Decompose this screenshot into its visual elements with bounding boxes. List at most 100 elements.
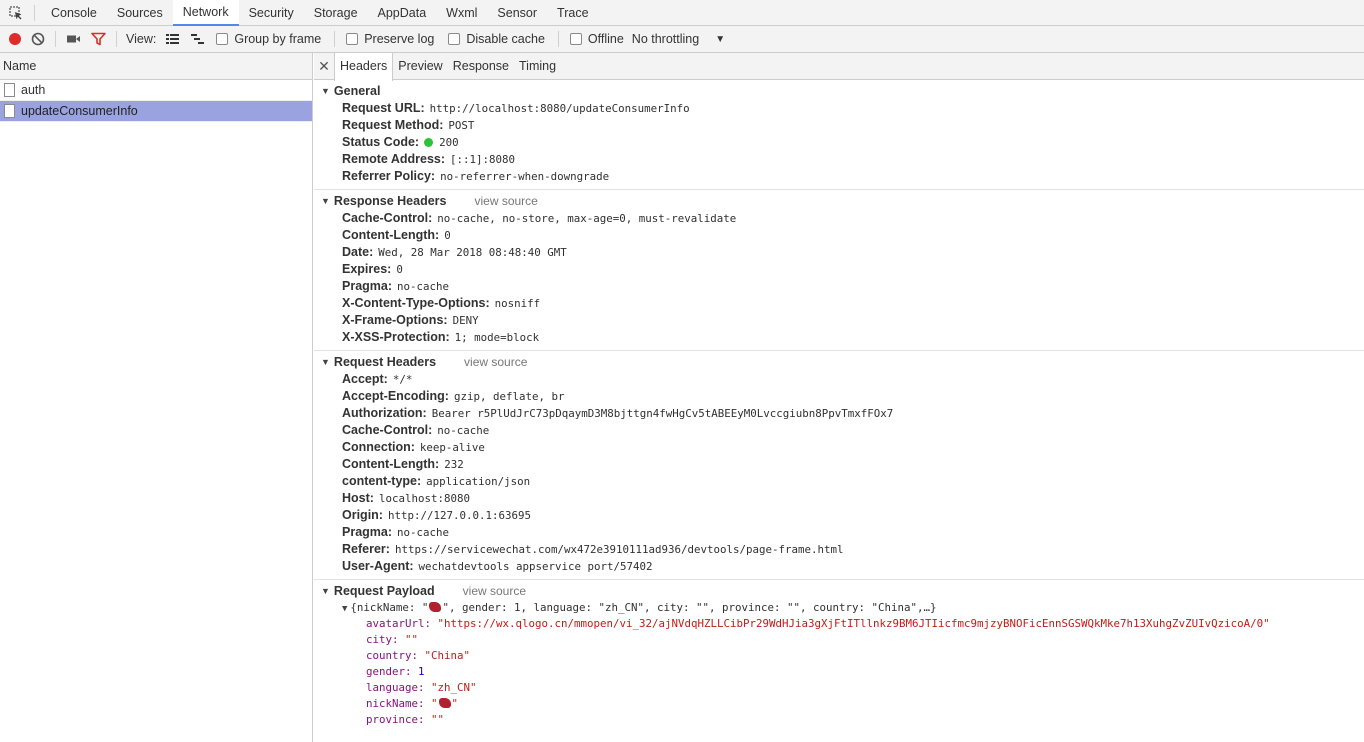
request-headers-header[interactable]: ▼ Request Headers view source xyxy=(314,354,1364,371)
header-key: Origin: xyxy=(342,508,383,522)
header-key: Host: xyxy=(342,491,374,505)
header-key: Content-Length: xyxy=(342,228,440,242)
document-icon xyxy=(4,104,15,118)
preserve-log-checkbox[interactable]: Preserve log xyxy=(346,32,434,46)
header-row: Accept-Encoding: gzip, deflate, br xyxy=(314,388,1364,405)
tab-timing[interactable]: Timing xyxy=(514,53,561,80)
throttling-select[interactable]: No throttling ▼ xyxy=(632,32,725,46)
payload-summary-start: {nickName: " xyxy=(350,601,429,614)
header-row: Referrer Policy: no-referrer-when-downgra… xyxy=(314,168,1364,185)
header-row: Authorization: Bearer r5PlUdJrC73pDqaymD3… xyxy=(314,405,1364,422)
clear-button[interactable] xyxy=(26,26,50,53)
general-header[interactable]: ▼ General xyxy=(314,83,1364,100)
request-row-auth[interactable]: auth xyxy=(0,80,312,101)
tab-wxml[interactable]: Wxml xyxy=(436,0,487,26)
tab-headers[interactable]: Headers xyxy=(334,53,394,81)
close-icon[interactable]: ✕ xyxy=(314,58,334,75)
header-value: no-cache xyxy=(397,526,450,539)
video-camera-icon xyxy=(67,35,80,43)
disable-cache-checkbox[interactable]: Disable cache xyxy=(448,32,545,46)
property-value: "https://wx.qlogo.cn/mmopen/vi_32/ajNVdq… xyxy=(437,617,1270,630)
header-key: Date: xyxy=(342,245,374,259)
general-section: ▼ General Request URL: http://localhost:8… xyxy=(314,80,1364,190)
tab-response[interactable]: Response xyxy=(448,53,514,80)
property-key: gender: xyxy=(366,665,412,678)
header-value: 232 xyxy=(444,458,464,471)
header-value: 1; mode=block xyxy=(454,331,540,344)
network-toolbar: View: Group by frame Preserve log Disabl… xyxy=(0,26,1364,53)
view-source-link[interactable]: view source xyxy=(463,583,526,600)
header-row: Cache-Control: no-cache, no-store, max-ag… xyxy=(314,210,1364,227)
header-row: Pragma: no-cache xyxy=(314,278,1364,295)
property-value: 1 xyxy=(418,665,425,678)
tab-storage[interactable]: Storage xyxy=(304,0,368,26)
tab-sensor[interactable]: Sensor xyxy=(487,0,547,26)
header-row: User-Agent: wechatdevtools appservice por… xyxy=(314,558,1364,575)
property-value: "China" xyxy=(424,649,471,662)
property-key: avatarUrl: xyxy=(366,617,432,630)
record-icon xyxy=(9,33,21,45)
view-source-link[interactable]: view source xyxy=(464,354,527,371)
toolbar-separator xyxy=(116,31,117,47)
property-value: "zh_CN" xyxy=(431,681,477,694)
status-ok-icon xyxy=(424,138,434,147)
header-row: content-type: application/json xyxy=(314,473,1364,490)
request-payload-header[interactable]: ▼ Request Payload view source xyxy=(314,583,1364,600)
capture-screenshots-button[interactable] xyxy=(61,26,86,53)
header-value: */* xyxy=(392,373,413,386)
request-row-updateconsumerinfo[interactable]: updateConsumerInfo xyxy=(0,101,312,122)
tab-sources[interactable]: Sources xyxy=(107,0,173,26)
offline-checkbox[interactable]: Offline xyxy=(569,32,624,46)
header-row: X-XSS-Protection: 1; mode=block xyxy=(314,329,1364,346)
header-key: X-Content-Type-Options: xyxy=(342,296,490,310)
header-row: Accept: */* xyxy=(314,371,1364,388)
header-key: Cache-Control: xyxy=(342,423,433,437)
header-key: X-XSS-Protection: xyxy=(342,330,450,344)
payload-property: province: "" xyxy=(314,712,1364,728)
header-row: X-Frame-Options: DENY xyxy=(314,312,1364,329)
header-value: no-cache xyxy=(397,280,450,293)
header-value: Wed, 28 Mar 2018 08:48:40 GMT xyxy=(378,246,567,259)
throttling-value: No throttling xyxy=(631,32,700,46)
tab-trace[interactable]: Trace xyxy=(547,0,599,26)
header-value: http://127.0.0.1:63695 xyxy=(387,509,531,522)
header-value: 0 xyxy=(396,263,403,276)
header-key: Pragma: xyxy=(342,279,393,293)
header-key: Request URL: xyxy=(342,101,425,115)
devtools-tab-bar: Console Sources Network Security Storage… xyxy=(0,0,1364,26)
name-column-header[interactable]: Name xyxy=(0,53,312,80)
filter-button[interactable] xyxy=(86,26,111,53)
record-button[interactable] xyxy=(4,26,26,53)
tab-network[interactable]: Network xyxy=(172,0,239,26)
header-row: Pragma: no-cache xyxy=(314,524,1364,541)
header-key: Cache-Control: xyxy=(342,211,433,225)
property-value: "" xyxy=(431,713,445,726)
response-headers-section: ▼ Response Headers view source Cache-Con… xyxy=(314,190,1364,351)
header-row: X-Content-Type-Options: nosniff xyxy=(314,295,1364,312)
header-key: User-Agent: xyxy=(342,559,414,573)
tab-security[interactable]: Security xyxy=(239,0,304,26)
request-list-panel: Name auth updateConsumerInfo xyxy=(0,53,313,742)
response-headers-header[interactable]: ▼ Response Headers view source xyxy=(314,193,1364,210)
property-key: province: xyxy=(366,713,425,726)
filter-icon xyxy=(91,32,106,46)
request-name: auth xyxy=(21,83,46,97)
view-source-link[interactable]: view source xyxy=(474,193,537,210)
header-value: https://servicewechat.com/wx472e3910111a… xyxy=(394,543,844,556)
chevron-down-icon: ▼ xyxy=(715,33,726,45)
payload-object-summary[interactable]: ▼ {nickName: " ", gender: 1, language: "zh… xyxy=(314,600,1364,616)
document-icon xyxy=(4,83,15,97)
request-payload-section: ▼ Request Payload view source ▼ {nickName… xyxy=(314,580,1364,732)
disable-cache-label: Disable cache xyxy=(466,32,545,46)
tab-console[interactable]: Console xyxy=(41,0,107,26)
header-row: Host: localhost:8080 xyxy=(314,490,1364,507)
waterfall-view-button[interactable] xyxy=(185,26,210,53)
property-key: language: xyxy=(366,681,425,694)
group-by-frame-checkbox[interactable]: Group by frame xyxy=(216,32,321,46)
payload-property: language: "zh_CN" xyxy=(314,680,1364,696)
group-by-frame-label: Group by frame xyxy=(234,32,322,46)
inspect-element-button[interactable] xyxy=(2,0,30,26)
tab-appdata[interactable]: AppData xyxy=(368,0,437,26)
large-rows-button[interactable] xyxy=(160,26,185,53)
tab-preview[interactable]: Preview xyxy=(393,53,447,80)
